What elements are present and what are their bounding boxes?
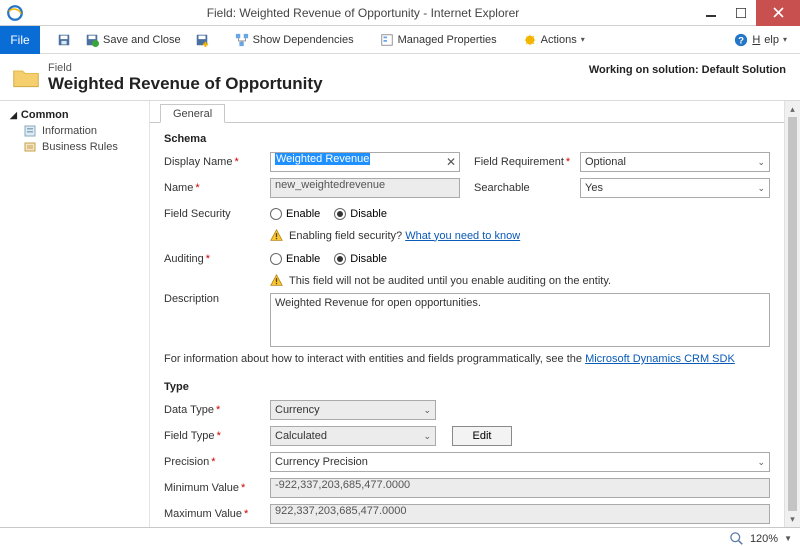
precision-label: Precision* [164,456,270,468]
solution-label: Working on solution: Default Solution [589,64,786,94]
page-header: Field Weighted Revenue of Opportunity Wo… [0,54,800,101]
description-input[interactable] [270,293,770,347]
max-value-label: Maximum Value* [164,508,270,520]
help-menu[interactable]: ? Help ▾ [729,29,792,51]
field-security-enable[interactable]: Enable [270,208,320,220]
security-info-link[interactable]: What you need to know [405,230,520,242]
description-label: Description [164,293,270,305]
schema-heading: Schema [164,133,770,145]
chevron-down-icon: ⌄ [423,431,431,442]
field-security-label: Field Security [164,208,270,220]
toolbar: File Save and Close Show Dependencies Ma… [0,26,800,54]
chevron-down-icon: ⌄ [757,457,765,468]
actions-icon [523,33,537,47]
window-titlebar: Field: Weighted Revenue of Opportunity -… [0,0,800,26]
show-dependencies-button[interactable]: Show Dependencies [230,29,359,51]
maximize-button[interactable] [726,0,756,26]
minimize-button[interactable] [696,0,726,26]
auditing-enable[interactable]: Enable [270,253,320,265]
save-icon [57,33,71,47]
precision-select[interactable]: Currency Precision⌄ [270,452,770,472]
edit-button[interactable]: Edit [452,426,512,446]
searchable-select[interactable]: Yes⌄ [580,178,770,198]
scrollbar[interactable]: ▴ ▾ [784,101,800,527]
sidebar: ◢ Common Information Business Rules [0,101,150,527]
managed-properties-button[interactable]: Managed Properties [375,29,502,51]
min-value-label: Minimum Value* [164,482,270,494]
audit-warning: This field will not be audited until you… [270,274,770,287]
caret-down-icon: ▾ [581,35,585,44]
help-icon: ? [734,33,748,47]
window-title: Field: Weighted Revenue of Opportunity -… [30,6,696,20]
sdk-link[interactable]: Microsoft Dynamics CRM SDK [585,353,735,365]
warning-icon [270,229,283,242]
entity-label: Field [48,62,589,74]
clear-icon[interactable]: ✕ [446,155,456,169]
scroll-thumb[interactable] [788,117,797,511]
sidebar-group-common[interactable]: ◢ Common [0,107,149,123]
security-warning: Enabling field security? What you need t… [270,229,770,242]
data-type-label: Data Type* [164,404,270,416]
save-close-icon [85,33,99,47]
actions-menu[interactable]: Actions ▾ [518,29,590,51]
page-title: Weighted Revenue of Opportunity [48,74,589,94]
data-type-select: Currency⌄ [270,400,436,420]
dependencies-icon [235,33,249,47]
min-value-input: -922,337,203,685,477.0000 [270,478,770,498]
searchable-label: Searchable [474,182,580,194]
max-value-input: 922,337,203,685,477.0000 [270,504,770,524]
info-icon [24,125,36,137]
type-heading: Type [164,381,770,393]
svg-text:?: ? [738,35,744,46]
chevron-down-icon: ⌄ [757,183,765,194]
tab-general[interactable]: General [160,104,225,123]
name-input: new_weightedrevenue [270,178,460,198]
field-security-disable[interactable]: Disable [334,208,387,220]
collapse-icon: ◢ [10,110,17,121]
caret-down-icon: ▾ [783,35,787,44]
name-label: Name* [164,182,270,194]
close-button[interactable] [756,0,800,26]
ie-icon [6,4,24,22]
sidebar-item-information[interactable]: Information [0,123,149,139]
save-new-icon [195,33,209,47]
chevron-down-icon: ⌄ [423,405,431,416]
warning-icon [270,274,283,287]
save-button[interactable] [52,29,76,51]
file-menu[interactable]: File [0,26,40,54]
field-requirement-label: Field Requirement* [474,156,580,168]
display-name-input[interactable]: Weighted Revenue [270,152,460,172]
sidebar-item-business-rules[interactable]: Business Rules [0,139,149,155]
zoom-icon [730,532,744,546]
display-name-label: Display Name* [164,156,270,168]
field-type-select: Calculated⌄ [270,426,436,446]
zoom-caret-icon[interactable]: ▼ [784,534,792,543]
field-requirement-select[interactable]: Optional⌄ [580,152,770,172]
auditing-label: Auditing* [164,253,270,265]
chevron-down-icon: ⌄ [757,157,765,168]
field-type-label: Field Type* [164,430,270,442]
status-bar: 120% ▼ [0,527,800,546]
properties-icon [380,33,394,47]
folder-icon [12,64,40,90]
save-as-button[interactable] [190,29,214,51]
auditing-disable[interactable]: Disable [334,253,387,265]
scroll-down-icon[interactable]: ▾ [785,511,800,527]
main-panel: General Schema Display Name* Weighted Re… [150,101,800,527]
save-close-button[interactable]: Save and Close [80,29,186,51]
zoom-level: 120% [750,533,778,545]
sdk-info: For information about how to interact wi… [164,353,770,365]
scroll-up-icon[interactable]: ▴ [785,101,800,117]
rules-icon [24,141,36,153]
